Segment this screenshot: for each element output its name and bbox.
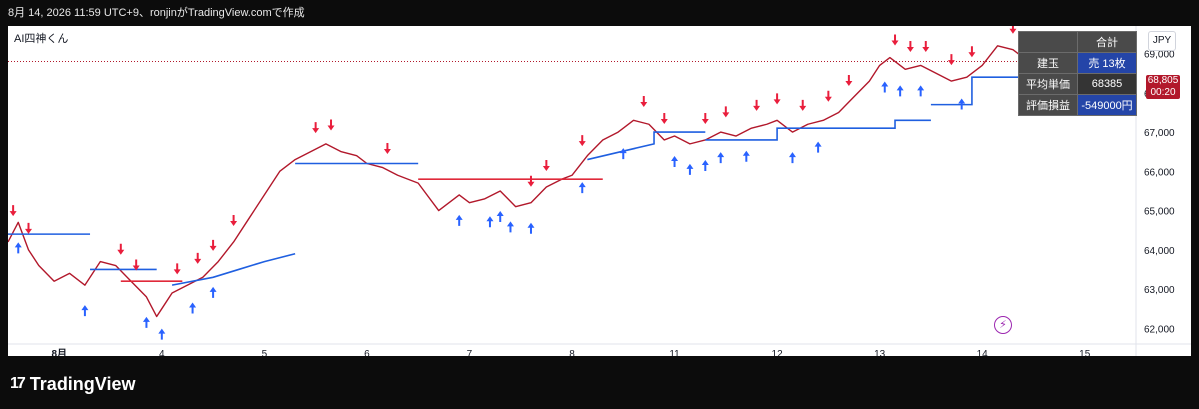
sell-signal-arrow xyxy=(9,205,17,217)
currency-button[interactable]: JPY xyxy=(1148,31,1176,51)
y-tick-label: 64,000 xyxy=(1144,246,1175,257)
sell-signal-arrow xyxy=(383,143,391,155)
y-tick-label: 65,000 xyxy=(1144,207,1175,218)
x-tick-label: 15 xyxy=(1079,349,1091,356)
sell-signal-arrow xyxy=(312,122,320,134)
buy-signal-arrow xyxy=(917,85,925,97)
sell-signal-arrow xyxy=(891,34,899,46)
buy-signal-arrow xyxy=(506,221,514,233)
sell-signal-arrow xyxy=(25,222,33,234)
price-chart[interactable]: 69,00068,00067,00066,00065,00064,00063,0… xyxy=(8,26,1191,356)
buy-signal-arrow xyxy=(81,305,89,317)
buy-signal-arrow xyxy=(881,81,889,93)
sell-signal-arrow xyxy=(1009,26,1017,34)
sell-signal-arrow xyxy=(701,112,709,124)
buy-signal-arrow xyxy=(671,156,679,168)
bar-countdown: 00:20 xyxy=(1150,87,1176,98)
sell-signal-arrow xyxy=(845,75,853,87)
sell-signal-arrow xyxy=(117,243,125,255)
buy-signal-arrow xyxy=(701,159,709,171)
sell-signal-arrow xyxy=(660,112,668,124)
sell-signal-arrow xyxy=(947,54,955,66)
table-row: 平均単価 68385 xyxy=(1018,73,1137,95)
buy-signal-arrow xyxy=(686,163,694,175)
table-row-value-pnl: -549000円 xyxy=(1077,94,1137,116)
y-tick-label: 62,000 xyxy=(1144,324,1175,335)
support-line-segment xyxy=(171,252,296,286)
table-row-value-position: 売 13枚 xyxy=(1077,52,1137,74)
sell-signal-arrow xyxy=(173,263,181,275)
x-tick-label: 12 xyxy=(772,349,784,356)
buy-signal-arrow xyxy=(896,85,904,97)
x-tick-label: 6 xyxy=(364,349,370,356)
table-row: 評価損益 -549000円 xyxy=(1018,94,1137,116)
x-tick-label: 8月 xyxy=(51,348,67,356)
sell-signal-arrow xyxy=(230,214,238,226)
sell-signal-arrow xyxy=(753,99,761,111)
tradingview-logo[interactable]: 17 TradingView xyxy=(10,374,136,394)
buy-signal-arrow xyxy=(209,286,217,298)
x-tick-label: 11 xyxy=(669,349,680,356)
x-tick-label: 7 xyxy=(467,349,473,356)
sell-signal-arrow xyxy=(327,119,335,131)
x-tick-label: 14 xyxy=(977,349,989,356)
table-row: 建玉 売 13枚 xyxy=(1018,52,1137,74)
table-row-label-average: 平均単価 xyxy=(1018,73,1078,95)
sell-signal-arrow xyxy=(527,175,535,187)
indicator-name-label[interactable]: AI四神くん xyxy=(14,30,68,46)
y-tick-label: 63,000 xyxy=(1144,285,1175,296)
sell-signal-arrow xyxy=(722,106,730,118)
x-tick-label: 8 xyxy=(569,349,575,356)
x-tick-label: 5 xyxy=(262,349,268,356)
support-line-segment xyxy=(705,119,931,141)
buy-signal-arrow xyxy=(486,216,494,228)
buy-signal-arrow xyxy=(158,328,166,340)
lightning-icon[interactable]: ⚡ xyxy=(994,316,1012,334)
table-header-empty-cell xyxy=(1018,31,1078,53)
tradingview-logo-icon: 17 xyxy=(10,375,26,392)
sell-signal-arrow xyxy=(799,99,807,111)
sell-signal-arrow xyxy=(824,90,832,102)
buy-signal-arrow xyxy=(742,150,750,162)
y-tick-label: 67,000 xyxy=(1144,128,1175,139)
tradingview-logo-text: TradingView xyxy=(29,373,136,394)
last-price-tag: 68,805 00:20 xyxy=(1146,75,1180,99)
buy-signal-arrow xyxy=(14,242,22,254)
table-header-row: 合計 xyxy=(1018,31,1137,53)
buy-signal-arrow xyxy=(578,182,586,194)
sell-signal-arrow xyxy=(773,93,781,105)
table-row-label-position: 建玉 xyxy=(1018,52,1078,74)
price-series-line xyxy=(8,45,1029,318)
x-tick-label: 4 xyxy=(159,349,165,356)
sell-signal-arrow xyxy=(578,135,586,147)
y-tick-label: 66,000 xyxy=(1144,167,1175,178)
x-tick-label: 13 xyxy=(874,349,886,356)
chart-header-title: 8月 14, 2026 11:59 UTC+9、ronjinがTradingVi… xyxy=(8,7,305,19)
y-tick-label: 69,000 xyxy=(1144,50,1175,61)
sell-signal-arrow xyxy=(968,46,976,58)
sell-signal-arrow xyxy=(194,252,202,264)
buy-signal-arrow xyxy=(717,152,725,164)
buy-signal-arrow xyxy=(496,210,504,222)
position-summary-table: 合計 建玉 売 13枚 平均単価 68385 評価損益 -549000円 xyxy=(1018,31,1137,116)
sell-signal-arrow xyxy=(922,41,930,53)
buy-signal-arrow xyxy=(455,214,463,226)
buy-signal-arrow xyxy=(527,222,535,234)
last-price-value: 68,805 xyxy=(1147,75,1179,86)
buy-signal-arrow xyxy=(142,316,150,328)
table-header-total: 合計 xyxy=(1077,31,1137,53)
chart-panel[interactable]: 69,00068,00067,00066,00065,00064,00063,0… xyxy=(8,26,1191,356)
table-row-label-pnl: 評価損益 xyxy=(1018,94,1078,116)
sell-signal-arrow xyxy=(640,95,648,107)
support-line-segment xyxy=(587,131,706,161)
buy-signal-arrow xyxy=(788,152,796,164)
support-line-segment xyxy=(930,76,1029,106)
table-row-value-average: 68385 xyxy=(1077,73,1137,95)
sell-signal-arrow xyxy=(542,160,550,172)
buy-signal-arrow xyxy=(814,141,822,153)
sell-signal-arrow xyxy=(209,239,217,251)
sell-signal-arrow xyxy=(906,41,914,53)
buy-signal-arrow xyxy=(189,302,197,314)
